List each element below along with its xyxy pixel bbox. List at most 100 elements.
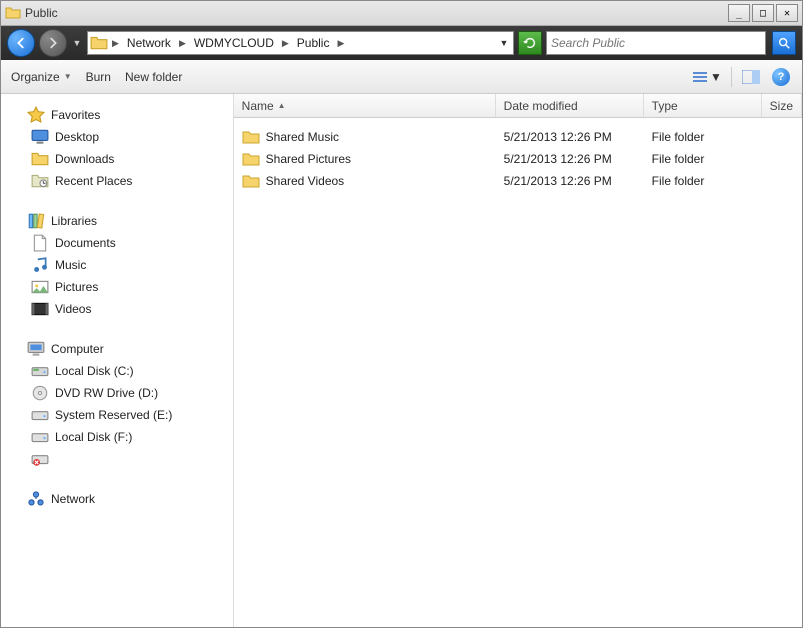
sidebar-item-dvd[interactable]: DVD RW Drive (D:)	[5, 382, 229, 404]
sidebar-item-label: Pictures	[55, 280, 98, 294]
refresh-button[interactable]	[518, 31, 542, 55]
sidebar-item-label: Local Disk (C:)	[55, 364, 134, 378]
navigation-pane[interactable]: ▷ Favorites Desktop Downloads Recent Pla…	[1, 94, 234, 627]
column-header-type[interactable]: Type	[644, 94, 762, 117]
chevron-down-icon: ▼	[710, 70, 722, 84]
recent-icon	[31, 172, 49, 190]
pictures-icon	[31, 278, 49, 296]
search-input[interactable]	[551, 36, 761, 50]
sidebar-item-drive-error[interactable]	[5, 448, 229, 470]
sidebar-item-label: Desktop	[55, 130, 99, 144]
burn-button[interactable]: Burn	[86, 70, 111, 84]
command-bar: Organize ▼ Burn New folder ▼ ?	[1, 60, 802, 94]
sidebar-item-documents[interactable]: Documents	[5, 232, 229, 254]
table-row[interactable]: Shared Pictures 5/21/2013 12:26 PM File …	[234, 148, 802, 170]
column-header-size[interactable]: Size	[762, 94, 802, 117]
help-button[interactable]: ?	[770, 66, 792, 88]
forward-button[interactable]	[39, 29, 67, 57]
network-header[interactable]: ▷ Network	[5, 488, 229, 510]
sidebar-item-label: System Reserved (E:)	[55, 408, 172, 422]
maximize-button[interactable]: □	[752, 4, 774, 22]
file-type: File folder	[644, 174, 762, 188]
folder-icon	[31, 150, 49, 168]
body: ▷ Favorites Desktop Downloads Recent Pla…	[1, 94, 802, 627]
sidebar-item-downloads[interactable]: Downloads	[5, 148, 229, 170]
sidebar-item-label: Local Disk (F:)	[55, 430, 132, 444]
sidebar-item-videos[interactable]: Videos	[5, 298, 229, 320]
sidebar-item-local-c[interactable]: Local Disk (C:)	[5, 360, 229, 382]
breadcrumb-segment[interactable]: Network	[123, 36, 175, 50]
sidebar-item-recent[interactable]: Recent Places	[5, 170, 229, 192]
column-label: Name	[242, 99, 274, 113]
file-name: Shared Videos	[266, 174, 345, 188]
help-icon: ?	[772, 68, 790, 86]
libraries-header[interactable]: ▷ Libraries	[5, 210, 229, 232]
back-button[interactable]	[7, 29, 35, 57]
folder-icon	[242, 151, 260, 167]
table-row[interactable]: Shared Videos 5/21/2013 12:26 PM File fo…	[234, 170, 802, 192]
file-date: 5/21/2013 12:26 PM	[496, 152, 644, 166]
window-title: Public	[25, 6, 728, 20]
new-folder-label: New folder	[125, 70, 182, 84]
sidebar-item-label: Downloads	[55, 152, 114, 166]
chevron-right-icon[interactable]: ▶	[280, 38, 291, 49]
favorites-group: ▷ Favorites Desktop Downloads Recent Pla…	[5, 104, 229, 192]
chevron-right-icon[interactable]: ▶	[177, 38, 188, 49]
sidebar-item-label: Recent Places	[55, 174, 132, 188]
organize-label: Organize	[11, 70, 60, 84]
disk-icon	[31, 362, 49, 380]
breadcrumb-segment[interactable]: WDMYCLOUD	[190, 36, 278, 50]
libraries-group: ▷ Libraries Documents Music Pictures	[5, 210, 229, 320]
sidebar-item-desktop[interactable]: Desktop	[5, 126, 229, 148]
sidebar-item-local-f[interactable]: Local Disk (F:)	[5, 426, 229, 448]
chevron-down-icon: ▼	[64, 72, 72, 81]
preview-pane-button[interactable]	[740, 66, 762, 88]
drive-error-icon	[31, 450, 49, 468]
search-box[interactable]	[546, 31, 766, 55]
sidebar-item-label: Videos	[55, 302, 91, 316]
table-row[interactable]: Shared Music 5/21/2013 12:26 PM File fol…	[234, 126, 802, 148]
libraries-label: Libraries	[51, 214, 97, 228]
folder-icon	[5, 5, 21, 21]
history-dropdown[interactable]: ▼	[71, 38, 83, 48]
sidebar-item-label: DVD RW Drive (D:)	[55, 386, 158, 400]
explorer-window: Public _ □ ✕ ▼ ▶ Network ▶ WDMYCLOUD ▶ P…	[0, 0, 803, 628]
file-name: Shared Music	[266, 130, 339, 144]
search-button[interactable]	[772, 31, 796, 55]
file-type: File folder	[644, 152, 762, 166]
chevron-right-icon[interactable]: ▶	[110, 38, 121, 49]
column-header-date[interactable]: Date modified	[496, 94, 644, 117]
folder-icon	[242, 173, 260, 189]
view-options-button[interactable]: ▼	[691, 66, 723, 88]
sort-ascending-icon: ▲	[278, 101, 286, 110]
network-group: ▷ Network	[5, 488, 229, 510]
close-button[interactable]: ✕	[776, 4, 798, 22]
computer-header[interactable]: ▷ Computer	[5, 338, 229, 360]
sidebar-item-label: Documents	[55, 236, 116, 250]
column-label: Date modified	[504, 99, 578, 113]
column-label: Type	[652, 99, 678, 113]
sidebar-item-music[interactable]: Music	[5, 254, 229, 276]
column-header-name[interactable]: Name ▲	[234, 94, 496, 117]
title-bar: Public _ □ ✕	[1, 1, 802, 26]
file-rows: Shared Music 5/21/2013 12:26 PM File fol…	[234, 118, 802, 627]
network-icon	[27, 490, 45, 508]
organize-menu[interactable]: Organize ▼	[11, 70, 72, 84]
sidebar-item-pictures[interactable]: Pictures	[5, 276, 229, 298]
minimize-button[interactable]: _	[728, 4, 750, 22]
breadcrumb[interactable]: ▶ Network ▶ WDMYCLOUD ▶ Public ▶ ▼	[87, 31, 514, 55]
dvd-icon	[31, 384, 49, 402]
chevron-right-icon[interactable]: ▶	[335, 38, 346, 49]
breadcrumb-segment[interactable]: Public	[293, 36, 334, 50]
burn-label: Burn	[86, 70, 111, 84]
drive-icon	[31, 428, 49, 446]
sidebar-item-system-reserved[interactable]: System Reserved (E:)	[5, 404, 229, 426]
favorites-header[interactable]: ▷ Favorites	[5, 104, 229, 126]
new-folder-button[interactable]: New folder	[125, 70, 182, 84]
breadcrumb-dropdown[interactable]: ▼	[497, 38, 511, 48]
favorites-label: Favorites	[51, 108, 100, 122]
music-icon	[31, 256, 49, 274]
network-label: Network	[51, 492, 95, 506]
file-list: Name ▲ Date modified Type Size Shared	[234, 94, 802, 627]
videos-icon	[31, 300, 49, 318]
